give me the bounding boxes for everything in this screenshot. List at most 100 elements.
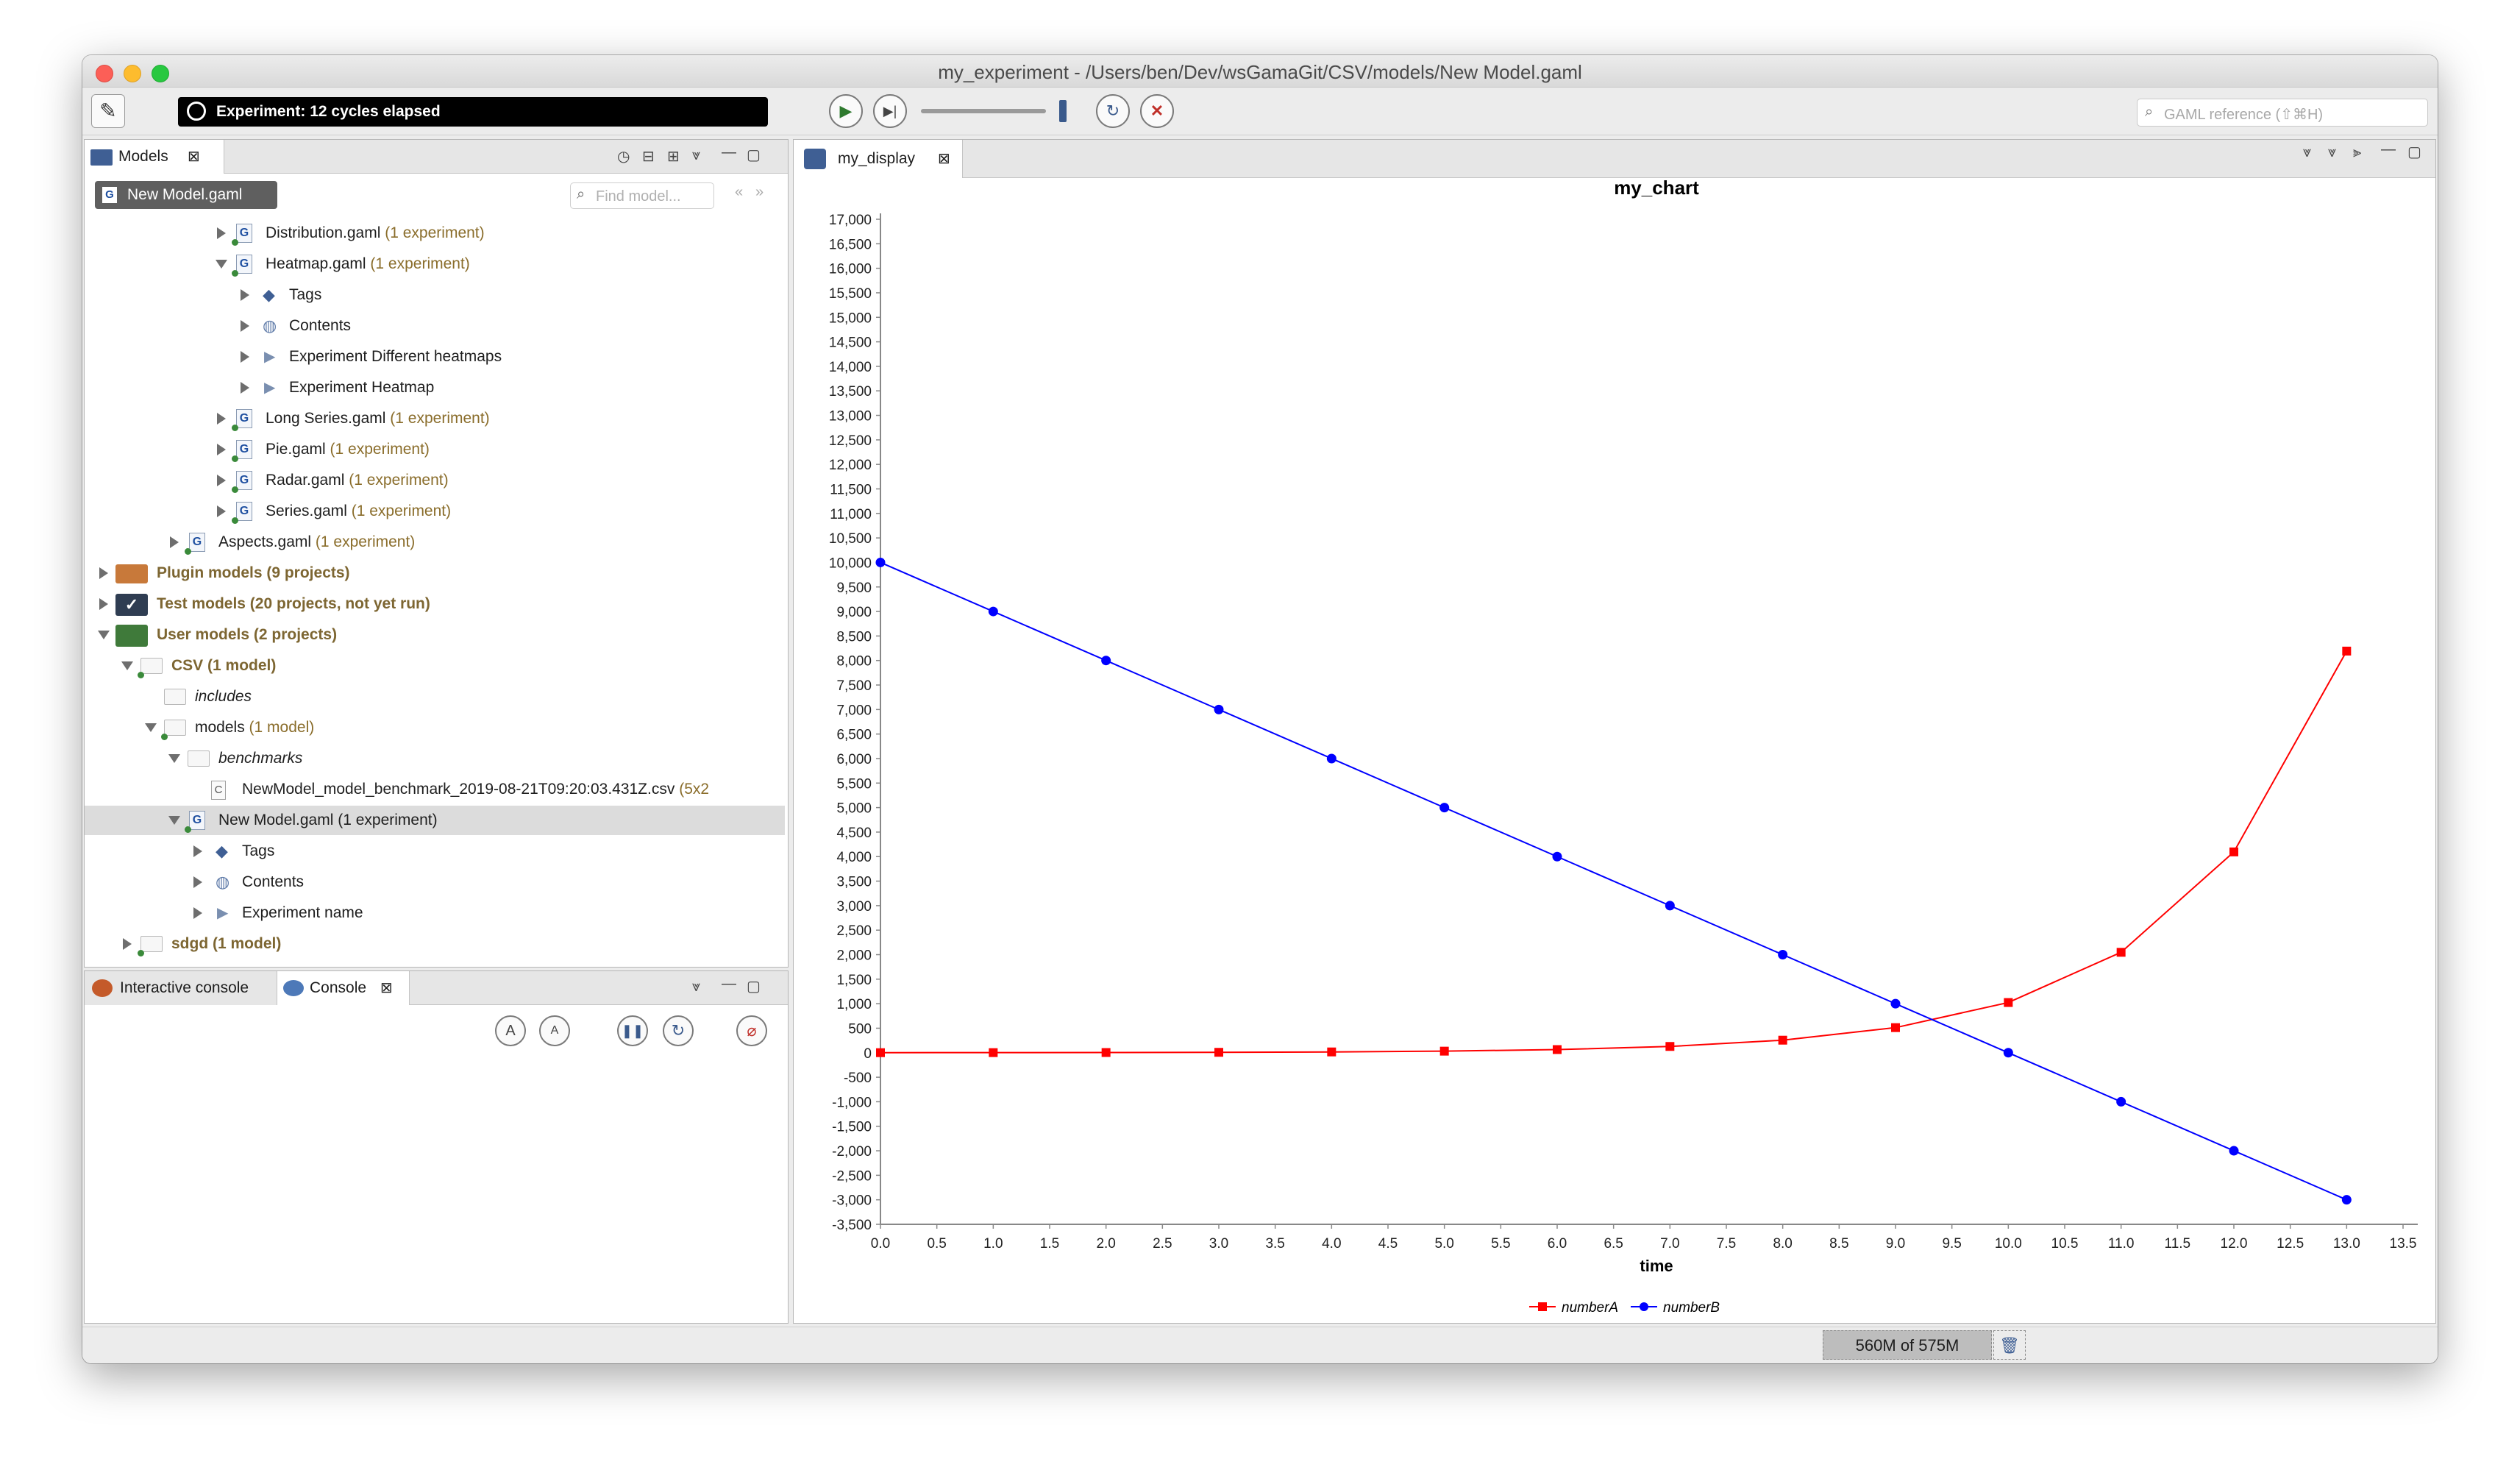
data-point-numberB (1665, 901, 1675, 911)
pause-console-icon[interactable]: ❚❚ (617, 1015, 648, 1046)
data-point-numberA (1214, 1048, 1223, 1057)
expand-arrow-icon[interactable] (99, 598, 108, 610)
gaml-file-icon: G (236, 409, 252, 428)
data-point-numberA (2116, 948, 2126, 957)
current-file-chip[interactable]: G New Model.gaml (95, 181, 277, 209)
expand-arrow-icon[interactable] (99, 567, 108, 579)
font-smaller-icon[interactable]: A (539, 1015, 570, 1046)
trash-icon[interactable]: 🗑 (1993, 1330, 2026, 1360)
tree-item-label: Radar.gaml (1 experiment) (266, 472, 449, 489)
font-larger-icon[interactable]: A (495, 1015, 526, 1046)
status-bar: 560M of 575M 🗑 (82, 1327, 2438, 1363)
data-point-numberA (876, 1048, 885, 1057)
y-tick-label: 500 (848, 1021, 872, 1037)
main-toolbar: ✎ Experiment: 12 cycles elapsed ▶ ▶| ↻ ✕… (82, 88, 2438, 135)
expand-arrow-icon[interactable] (217, 413, 226, 425)
expand-arrow-icon[interactable] (193, 845, 202, 857)
speed-slider[interactable] (921, 109, 1046, 113)
expand-arrow-icon[interactable] (170, 536, 179, 548)
run-button[interactable]: ▶ (829, 94, 863, 128)
current-file-label: New Model.gaml (127, 186, 243, 203)
expand-all-icon[interactable]: ⊞ (667, 147, 680, 166)
tag-icon: ◆ (263, 285, 275, 304)
tree-item-new-model[interactable]: G New Model.gaml (1 experiment) (85, 806, 785, 835)
gaml-file-icon: G (236, 255, 252, 274)
y-tick-label: 12,500 (829, 433, 872, 449)
expand-arrow-icon[interactable] (217, 475, 226, 486)
y-tick-label: 0 (864, 1046, 872, 1062)
maximize-panel-icon[interactable]: ▢ (747, 146, 761, 164)
minimize-panel-icon[interactable]: — (2381, 141, 2396, 158)
filter-icon[interactable]: ⩔ (2328, 144, 2336, 161)
data-point-numberA (1778, 1035, 1787, 1045)
line-chart: my_chart 17,000 16,500 16,000 15,500 15,000 14… (829, 178, 2418, 1316)
collapse-arrow-icon[interactable] (216, 260, 227, 269)
edit-icon[interactable]: ✎ (91, 94, 125, 128)
collapse-arrow-icon[interactable] (168, 816, 180, 825)
next-icon[interactable]: » (755, 184, 764, 201)
collapse-arrow-icon[interactable] (98, 631, 110, 639)
reload-button[interactable]: ↻ (1096, 94, 1130, 128)
find-model-placeholder: Find model... (596, 188, 681, 205)
expand-arrow-icon[interactable] (241, 289, 249, 301)
memory-indicator: 560M of 575M (1823, 1330, 1992, 1360)
maximize-panel-icon[interactable]: ▢ (2407, 143, 2421, 161)
y-tick-label: 2,500 (836, 923, 872, 939)
tab-console[interactable]: Console ⊠ (277, 971, 410, 1005)
gaml-file-icon: G (189, 533, 205, 552)
data-point-numberA (1665, 1042, 1675, 1051)
data-point-numberB (875, 557, 886, 567)
collapse-arrow-icon[interactable] (168, 754, 180, 763)
expand-arrow-icon[interactable] (241, 382, 249, 394)
close-tab-icon[interactable]: ⊠ (938, 140, 950, 178)
expand-arrow-icon[interactable] (193, 907, 202, 919)
filter-icon[interactable]: ⩔ (692, 979, 700, 995)
tree-item-label: Experiment Different heatmaps (289, 348, 502, 365)
tab-interactive-console[interactable]: Interactive console (85, 971, 277, 1005)
filter-icon[interactable]: ⩔ (692, 147, 700, 164)
folder-icon (90, 149, 113, 166)
history-icon[interactable]: ◷ (617, 147, 630, 166)
x-tick-label: 3.0 (1209, 1236, 1228, 1252)
display-menu-icon[interactable]: ⩔ (2303, 144, 2311, 161)
collapse-arrow-icon[interactable] (145, 723, 157, 732)
user-folder-icon (115, 625, 148, 647)
tab-my-display[interactable]: my_display ⊠ (794, 140, 963, 178)
maximize-panel-icon[interactable]: ▢ (747, 977, 761, 995)
data-point-numberA (1553, 1045, 1562, 1054)
find-model-input[interactable]: ⌕ Find model... (570, 182, 714, 209)
y-tick-label: -3,000 (832, 1193, 872, 1209)
refresh-console-icon[interactable]: ↻ (663, 1015, 694, 1046)
clear-console-icon[interactable]: ⌀ (736, 1015, 767, 1046)
tab-models[interactable]: Models ⊠ (85, 140, 224, 174)
minimize-panel-icon[interactable]: — (722, 976, 736, 993)
expand-arrow-icon[interactable] (241, 320, 249, 332)
tree-item-label: Series.gaml (1 experiment) (266, 503, 452, 519)
gaml-reference-search[interactable]: ⌕ GAML reference (⇧⌘H) (2137, 99, 2428, 127)
layout-icon[interactable]: ⫸ (2353, 144, 2361, 161)
expand-arrow-icon[interactable] (217, 444, 226, 455)
y-tick-label: 8,500 (836, 629, 872, 645)
data-point-numberA (1101, 1048, 1111, 1057)
expand-arrow-icon[interactable] (193, 876, 202, 888)
stop-button[interactable]: ✕ (1140, 94, 1174, 128)
tab-interactive-label: Interactive console (120, 979, 249, 996)
x-tick-label: 5.0 (1434, 1236, 1453, 1252)
x-tick-label: 6.0 (1548, 1236, 1567, 1252)
step-button[interactable]: ▶| (873, 94, 907, 128)
close-tab-icon[interactable]: ⊠ (188, 140, 200, 174)
expand-arrow-icon[interactable] (123, 938, 132, 950)
expand-arrow-icon[interactable] (241, 351, 249, 363)
y-tick-label: 13,000 (829, 409, 872, 425)
previous-icon[interactable]: « (735, 184, 743, 201)
expand-arrow-icon[interactable] (217, 505, 226, 517)
collapse-all-icon[interactable]: ⊟ (642, 147, 655, 166)
speed-slider-handle[interactable] (1059, 100, 1067, 122)
y-tick-label: 10,500 (829, 531, 872, 547)
expand-arrow-icon[interactable] (217, 227, 226, 239)
tree-item-label: Plugin models (9 projects) (157, 564, 350, 581)
minimize-panel-icon[interactable]: — (722, 144, 736, 161)
close-tab-icon[interactable]: ⊠ (380, 971, 393, 1005)
test-folder-icon: ✓ (115, 594, 148, 616)
collapse-arrow-icon[interactable] (121, 661, 133, 670)
